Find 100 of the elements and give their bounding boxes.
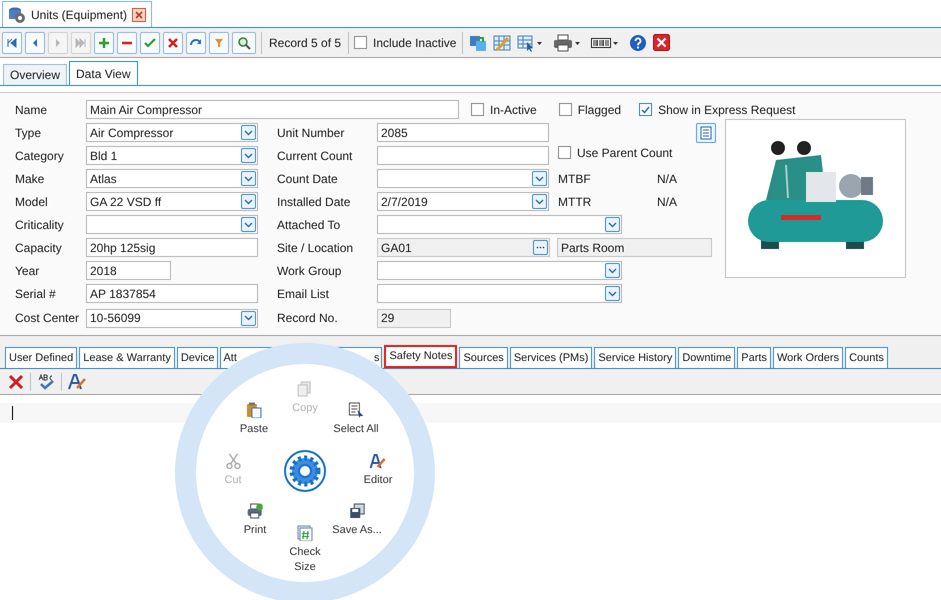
window-tab[interactable]: Units (Equipment): [2, 1, 152, 27]
dropdown-button[interactable]: [605, 286, 620, 301]
field-label: Category: [15, 148, 65, 164]
dropdown-button[interactable]: [241, 217, 256, 232]
checkbox[interactable]: [558, 103, 572, 116]
detail-tab[interactable]: Safety Notes: [384, 345, 458, 368]
grid-edit-icon[interactable]: [493, 34, 512, 52]
detail-tab[interactable]: Lease & Warranty: [79, 347, 175, 368]
detail-tab[interactable]: Device: [176, 347, 218, 368]
delete-icon[interactable]: [8, 374, 24, 390]
dropdown-button[interactable]: [532, 194, 547, 209]
dropdown-field[interactable]: [377, 215, 622, 234]
detail-tab[interactable]: User Defined: [5, 347, 78, 368]
field-label: Capacity: [15, 240, 63, 256]
save-button[interactable]: [140, 32, 160, 54]
browse-button[interactable]: [533, 240, 548, 255]
field-label: Email List: [277, 286, 330, 302]
detail-tab[interactable]: Counts: [845, 347, 888, 368]
input-field[interactable]: Main Air Compressor: [86, 100, 459, 119]
font-editor-icon[interactable]: [68, 374, 86, 390]
stat-label: MTTR: [558, 194, 592, 210]
input-field[interactable]: 2018: [86, 261, 171, 280]
chevron-down-icon: [608, 222, 617, 228]
checkbox-label: Flagged: [578, 102, 622, 118]
find-button[interactable]: [232, 32, 256, 54]
delete-button[interactable]: [117, 32, 137, 54]
dropdown-field[interactable]: 2/7/2019: [377, 192, 549, 211]
cut-icon: [225, 453, 241, 469]
radial-menu-item[interactable]: Select All: [333, 402, 379, 437]
dropdown-button[interactable]: [241, 194, 256, 209]
dropdown-field[interactable]: Air Compressor: [86, 123, 258, 142]
close-icon[interactable]: [132, 8, 146, 22]
barcode-dropdown[interactable]: [591, 36, 620, 50]
field-label: Installed Date: [277, 194, 352, 210]
dropdown-button[interactable]: [605, 263, 620, 278]
detail-tab[interactable]: Downtime: [678, 347, 736, 368]
notes-button[interactable]: [696, 122, 716, 142]
field-label: Name: [15, 102, 48, 118]
input-field[interactable]: 20hp 125sig: [86, 238, 258, 257]
input-field: 29: [377, 308, 451, 328]
chevron-down-icon: [535, 176, 544, 182]
checkbox[interactable]: [354, 36, 368, 49]
radial-menu-item[interactable]: Save As...: [332, 503, 382, 538]
readonly-field: Parts Room: [557, 238, 712, 257]
cancel-button[interactable]: [163, 32, 183, 54]
detail-tab[interactable]: Parts: [737, 347, 771, 368]
view-tab[interactable]: Overview: [3, 64, 68, 85]
input-field[interactable]: AP 1837854: [86, 284, 258, 303]
input-field[interactable]: [377, 146, 549, 165]
search-icon: [237, 36, 251, 50]
detail-tab[interactable]: Service History: [594, 347, 676, 368]
detail-tab[interactable]: Sources: [459, 347, 508, 368]
dropdown-button[interactable]: [605, 217, 620, 232]
filter-button[interactable]: [209, 32, 229, 54]
field-label: Site / Location: [277, 240, 354, 256]
printer-dropdown[interactable]: [553, 34, 582, 52]
prev-button[interactable]: [25, 32, 45, 54]
radial-menu-item[interactable]: Paste: [240, 402, 268, 437]
dropdown-field[interactable]: [86, 215, 258, 234]
dropdown-button[interactable]: [241, 310, 256, 326]
select-all-icon: [348, 402, 364, 418]
add-button[interactable]: [94, 32, 114, 54]
view-tab[interactable]: Data View: [69, 61, 138, 85]
dropdown-field[interactable]: [377, 284, 622, 303]
dropdown-field[interactable]: [377, 169, 549, 188]
checkbox[interactable]: [558, 146, 571, 159]
radial-menu-item[interactable]: Print: [244, 503, 266, 538]
detail-tab[interactable]: Work Orders: [772, 347, 844, 368]
refresh-button[interactable]: [186, 32, 206, 54]
dropdown-button[interactable]: [241, 125, 256, 140]
spellcheck-icon[interactable]: [37, 374, 55, 390]
checkbox[interactable]: [471, 103, 484, 116]
detail-tab[interactable]: Services (PMs): [510, 347, 592, 368]
database-sync-icon[interactable]: [469, 34, 488, 52]
close-icon[interactable]: [653, 34, 670, 51]
dropdown-button[interactable]: [241, 148, 256, 163]
gear-icon[interactable]: [284, 450, 326, 492]
dropdown-field[interactable]: [377, 261, 622, 280]
stat-label: MTBF: [558, 170, 592, 188]
grid-select-dropdown[interactable]: [517, 34, 544, 52]
dropdown-field[interactable]: GA 22 VSD ff: [86, 192, 258, 211]
dropdown-field[interactable]: Bld 1: [86, 146, 258, 165]
input-field[interactable]: GA01: [377, 238, 550, 257]
dropdown-button[interactable]: [241, 171, 256, 186]
dropdown-field[interactable]: Atlas: [86, 169, 258, 188]
help-icon[interactable]: [629, 34, 648, 52]
first-button[interactable]: [2, 32, 22, 54]
dropdown-button[interactable]: [532, 171, 547, 186]
editor-icon: [370, 453, 386, 469]
field-label: Attached To: [277, 216, 342, 234]
radial-menu-item[interactable]: Check Size: [285, 525, 325, 575]
dropdown-field[interactable]: 10-56099: [86, 308, 258, 328]
gear-database-icon: [8, 6, 26, 24]
radial-menu-item[interactable]: Editor: [364, 453, 392, 488]
skip-back-icon: [5, 36, 19, 50]
input-field[interactable]: 2085: [377, 123, 549, 142]
field-label: Count Date: [277, 170, 339, 188]
field-label: Model: [15, 194, 49, 210]
checkbox[interactable]: [639, 103, 652, 116]
chevron-down-icon: [244, 222, 253, 228]
